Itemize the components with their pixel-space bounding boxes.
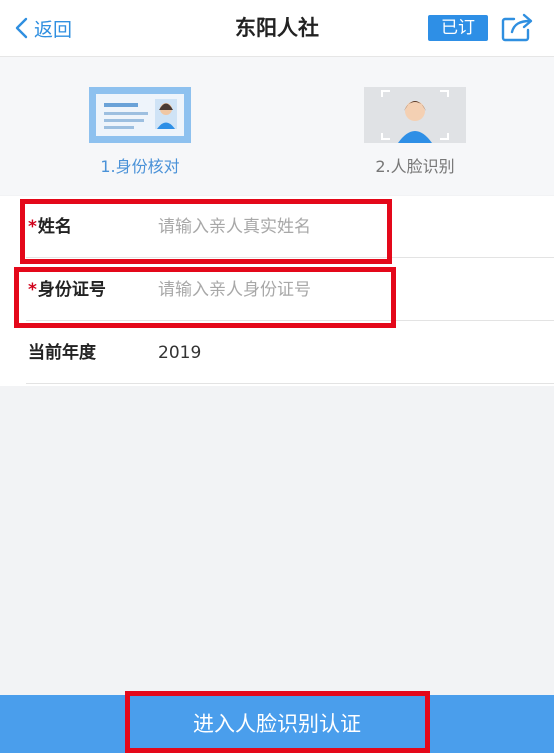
name-input[interactable] <box>158 210 458 244</box>
id-number-row: *身份证号 <box>0 259 554 321</box>
id-number-label: *身份证号 <box>28 259 106 321</box>
face-recognition-icon <box>364 87 466 143</box>
name-row: *姓名 <box>0 196 554 258</box>
name-label-text: 姓名 <box>37 217 72 237</box>
submit-label: 进入人脸识别认证 <box>193 712 361 736</box>
id-card-icon <box>89 87 191 143</box>
nav-bar: 返回 东阳人社 已订 <box>0 0 554 57</box>
divider <box>26 383 554 384</box>
required-mark: * <box>28 280 37 300</box>
share-icon <box>501 13 533 42</box>
id-number-label-text: 身份证号 <box>37 280 106 300</box>
step-face-recognition: 2.人脸识别 <box>330 87 500 177</box>
year-value: 2019 <box>158 343 202 363</box>
step-label: 2.人脸识别 <box>375 157 455 176</box>
face-recognition-submit-button[interactable]: 进入人脸识别认证 <box>0 695 554 753</box>
divider <box>26 257 554 258</box>
subscribed-button[interactable]: 已订 <box>428 15 488 41</box>
name-label: *姓名 <box>28 196 72 258</box>
identity-form: *姓名 *身份证号 当前年度 2019 <box>0 196 554 386</box>
required-mark: * <box>28 217 37 237</box>
step-label: 1.身份核对 <box>100 157 180 176</box>
year-label: 当前年度 <box>28 343 96 363</box>
id-number-input[interactable] <box>158 273 458 307</box>
divider <box>26 320 554 321</box>
step-indicator: 1.身份核对 2.人脸识别 <box>0 57 554 195</box>
step-identity-check: 1.身份核对 <box>55 87 225 177</box>
year-row: 当前年度 2019 <box>0 322 554 384</box>
share-button[interactable] <box>500 13 534 43</box>
